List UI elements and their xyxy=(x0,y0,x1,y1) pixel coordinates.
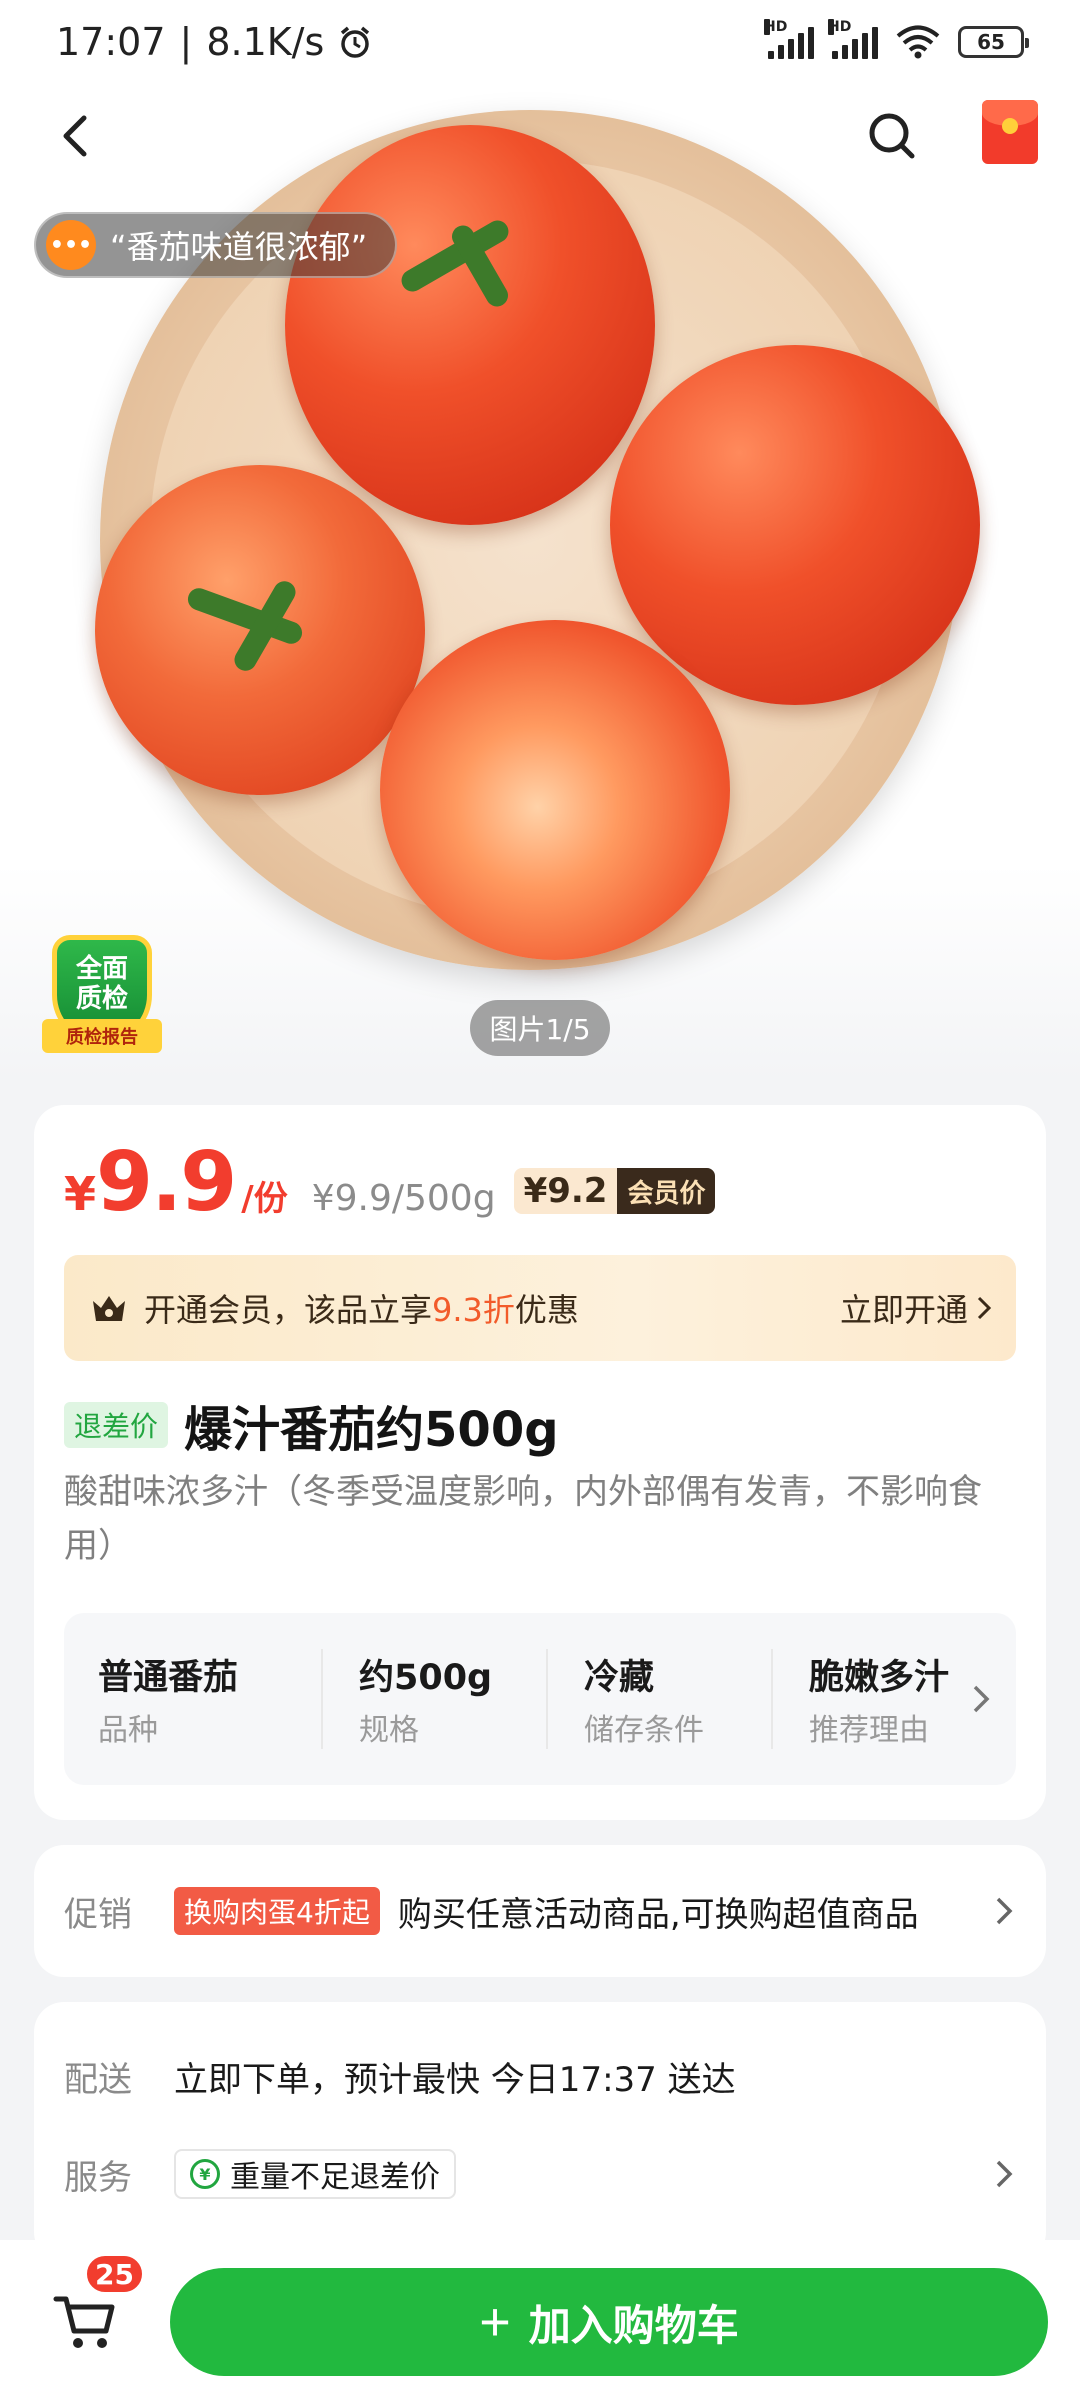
member-banner-text: 开通会员，该品立享9.3折优惠 xyxy=(144,1285,840,1331)
service-row[interactable]: 服务 ¥ 重量不足退差价 xyxy=(64,2149,1016,2199)
shopping-cart-icon xyxy=(53,2296,115,2348)
attribute-value: 普通番茄 xyxy=(98,1658,239,1698)
review-quote-text: “番茄味道很浓郁” xyxy=(110,228,368,266)
member-price-value: ¥9.2 xyxy=(513,1168,618,1214)
member-banner-text-before: 开通会员，该品立享 xyxy=(144,1291,433,1329)
chevron-left-icon xyxy=(63,115,87,157)
price-unit: /份 xyxy=(241,1179,288,1219)
red-packet-icon[interactable] xyxy=(982,100,1038,164)
open-membership-label: 立即开通 xyxy=(839,1291,968,1329)
tomato-image xyxy=(610,345,980,705)
alarm-icon xyxy=(341,26,370,58)
status-bar: 17:07 | 8.1K/s HD HD 65 xyxy=(0,0,1080,84)
status-divider: | xyxy=(179,20,193,64)
review-quote-pill[interactable]: ••• “番茄味道很浓郁” xyxy=(34,212,398,278)
quality-badge-mid: 质检 xyxy=(75,984,128,1014)
promotion-tag: 换购肉蛋4折起 xyxy=(174,1887,380,1935)
promotion-card[interactable]: 促销 换购肉蛋4折起 购买任意活动商品,可换购超值商品 xyxy=(34,1845,1046,1977)
unit-price: ¥9.9/500g xyxy=(311,1178,496,1219)
member-price-tag: 会员价 xyxy=(617,1168,716,1214)
chevron-right-icon xyxy=(996,1897,1013,1925)
delivery-label: 配送 xyxy=(64,2060,132,2100)
quality-badge-ribbon: 质检报告 xyxy=(42,1019,162,1053)
attribute-key: 储存条件 xyxy=(584,1713,704,1748)
attribute-value: 冷藏 xyxy=(584,1658,655,1698)
service-label: 服务 xyxy=(64,2157,132,2198)
delivery-row: 配送 立即下单，预计最快 今日17:37 送达 xyxy=(64,2052,1016,2101)
tomato-half-image xyxy=(380,620,730,960)
plus-icon: + xyxy=(479,2292,511,2352)
cart-button[interactable]: 25 xyxy=(50,2253,145,2355)
attribute-storage: 冷藏 储存条件 xyxy=(548,1649,773,1749)
refund-difference-tag: 退差价 xyxy=(64,1402,169,1448)
image-counter: 图片1/5 xyxy=(470,1000,610,1056)
member-banner[interactable]: 开通会员，该品立享9.3折优惠 立即开通 xyxy=(64,1255,1016,1361)
tomato-image xyxy=(95,465,425,795)
price-row: ¥ 9.9 /份 ¥9.9/500g ¥9.2 会员价 xyxy=(64,1135,716,1230)
chevron-right-icon xyxy=(996,2160,1013,2188)
member-banner-text-after: 优惠 xyxy=(514,1291,579,1329)
delivery-text: 立即下单，预计最快 今日17:37 送达 xyxy=(174,2060,736,2100)
status-net-speed: 8.1K/s xyxy=(206,20,325,64)
attribute-value: 脆嫩多汁 xyxy=(809,1658,950,1698)
attribute-variety: 普通番茄 品种 xyxy=(98,1649,323,1749)
attribute-value: 约500g xyxy=(359,1658,493,1698)
chevron-right-icon xyxy=(977,1296,992,1320)
product-title: 爆汁番茄约500g xyxy=(184,1402,559,1458)
product-description: 酸甜味浓多汁（冬季受温度影响，内外部偶有发青，不影响食用） xyxy=(64,1472,982,1566)
quality-badge-top: 全面 xyxy=(75,954,128,984)
search-button[interactable] xyxy=(856,100,928,172)
crown-icon xyxy=(93,1296,125,1321)
quality-report-badge[interactable]: 全面 质检 质检报告 xyxy=(42,935,162,1060)
delivery-service-card: 配送 立即下单，预计最快 今日17:37 送达 服务 ¥ 重量不足退差价 xyxy=(34,2002,1046,2262)
wifi-icon xyxy=(896,25,940,59)
battery-indicator: 65 xyxy=(958,26,1029,58)
service-chip: ¥ 重量不足退差价 xyxy=(174,2149,456,2199)
bottom-action-bar: 25 + 加入购物车 xyxy=(0,2240,1080,2400)
add-to-cart-button[interactable]: + 加入购物车 xyxy=(170,2268,1048,2376)
member-price-badge: ¥9.2 会员价 xyxy=(513,1168,716,1214)
product-title-row: 退差价 爆汁番茄约500g xyxy=(64,1390,559,1460)
tomato-image xyxy=(285,125,655,525)
chevron-right-icon[interactable] xyxy=(966,1681,996,1717)
open-membership-link[interactable]: 立即开通 xyxy=(840,1285,992,1331)
signal-icon-sim1: HD xyxy=(764,19,814,59)
attributes-panel[interactable]: 普通番茄 品种 约500g 规格 冷藏 储存条件 脆嫩多汁 推荐理由 xyxy=(64,1613,1016,1785)
back-button[interactable] xyxy=(40,100,112,172)
promotion-label: 促销 xyxy=(64,1894,132,1935)
service-chip-text: 重量不足退差价 xyxy=(230,2160,440,2195)
attribute-key: 品种 xyxy=(98,1713,158,1748)
chat-bubble-icon: ••• xyxy=(46,220,96,270)
status-time: 17:07 xyxy=(56,20,166,64)
attribute-key: 推荐理由 xyxy=(809,1713,929,1748)
yuan-coin-icon: ¥ xyxy=(190,2159,220,2189)
member-discount: 9.3折 xyxy=(432,1291,515,1329)
attribute-key: 规格 xyxy=(359,1713,419,1748)
search-icon xyxy=(869,113,915,159)
attribute-reason: 脆嫩多汁 推荐理由 xyxy=(773,1649,963,1749)
price-amount: 9.9 xyxy=(96,1135,237,1230)
promotion-text: 购买任意活动商品,可换购超值商品 xyxy=(397,1894,919,1935)
signal-icon-sim2: HD xyxy=(828,19,878,59)
cart-count-badge: 25 xyxy=(84,2253,145,2295)
attribute-spec: 约500g 规格 xyxy=(323,1649,548,1749)
add-to-cart-label: 加入购物车 xyxy=(528,2301,739,2349)
product-info-card: ¥ 9.9 /份 ¥9.9/500g ¥9.2 会员价 开通会员，该品立享9.3… xyxy=(34,1105,1046,1820)
price-currency: ¥ xyxy=(64,1167,97,1221)
